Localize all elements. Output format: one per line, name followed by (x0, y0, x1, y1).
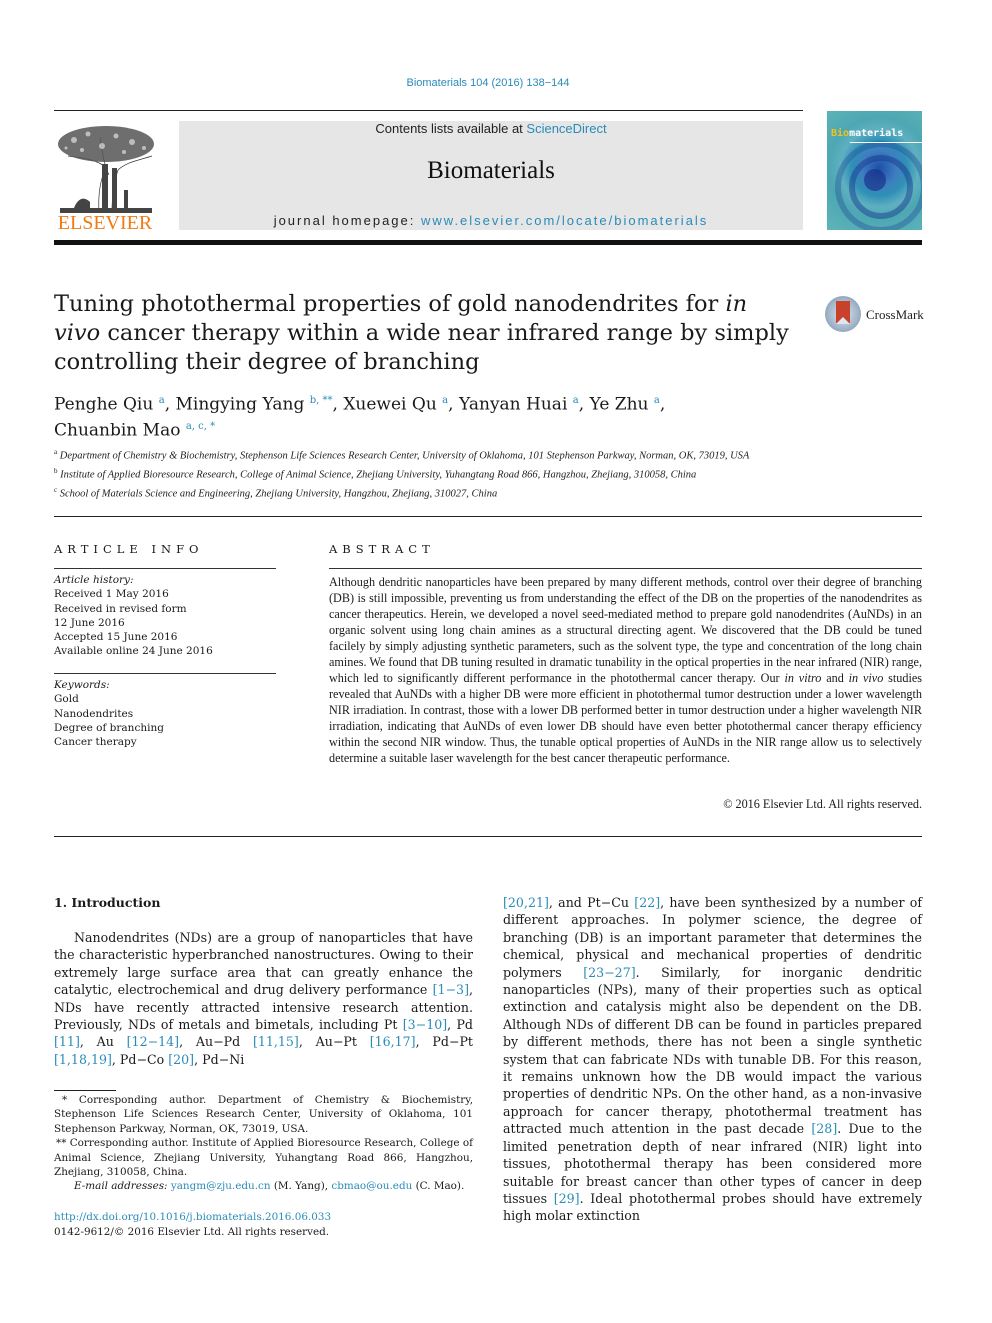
history-item: Available online 24 June 2016 (54, 645, 213, 658)
author-affiliation-link[interactable]: a, c, * (186, 421, 215, 432)
journal-cover-image[interactable]: Biomaterials (827, 111, 922, 230)
author[interactable]: Xuewei Qu (343, 395, 436, 415)
article-info-heading: ARTICLE INFO (54, 542, 204, 556)
history-item: Received 1 May 2016 (54, 588, 169, 601)
keyword: Gold (54, 693, 79, 706)
divider (329, 568, 922, 569)
body-text: , Au−Pd (179, 1034, 253, 1050)
citation-link[interactable]: [11,15] (253, 1034, 299, 1049)
contents-line: Contents lists available at ScienceDirec… (179, 121, 803, 136)
abstract-heading: ABSTRACT (329, 542, 435, 556)
body-text: , Au (79, 1034, 127, 1050)
affiliation: b Institute of Applied Bioresource Resea… (54, 467, 697, 481)
issn-copyright: 0142-9612/© 2016 Elsevier Ltd. All right… (54, 1226, 330, 1238)
article-title: Tuning photothermal properties of gold n… (54, 291, 789, 375)
author-affiliation-link[interactable]: a (442, 395, 448, 406)
divider (54, 673, 276, 674)
author-affiliation-link[interactable]: b, ** (310, 395, 333, 406)
body-column-left: Nanodendrites (NDs) are a group of nanop… (54, 929, 473, 1068)
divider (54, 568, 276, 569)
body-text: , Pd (447, 1017, 473, 1033)
citation-link[interactable]: [20] (168, 1052, 194, 1067)
history-label: Article history: (54, 574, 134, 586)
author[interactable]: Yanyan Huai (459, 395, 567, 415)
body-text: , Au−Pt (298, 1034, 370, 1050)
cover-rule (850, 142, 922, 143)
homepage-prefix: journal homepage: (273, 213, 421, 228)
citation-link[interactable]: [1−3] (433, 982, 469, 997)
citation-link[interactable]: [28] (811, 1121, 837, 1136)
email-label: E-mail addresses: (74, 1180, 168, 1193)
body-text: , Pd−Co (111, 1051, 169, 1067)
citation-link[interactable]: [1,18,19] (54, 1052, 112, 1067)
header-thick-rule (54, 240, 922, 245)
author[interactable]: Mingying Yang (176, 395, 305, 415)
author[interactable]: Chuanbin Mao (54, 420, 180, 440)
keyword: Nanodendrites (54, 707, 134, 720)
citation-link[interactable]: [23−27] (583, 965, 635, 980)
author[interactable]: Ye Zhu (590, 395, 649, 415)
divider (54, 516, 922, 517)
citation-link[interactable]: [11] (54, 1034, 80, 1049)
abstract-text: Although dendritic nanoparticles have be… (329, 575, 922, 765)
crossmark-button[interactable]: CrossMark (825, 296, 935, 336)
author-affiliation-link[interactable]: a (654, 395, 660, 406)
body-text: . Similarly, for inorganic dendritic nan… (503, 964, 922, 1137)
history-item: 12 June 2016 (54, 616, 125, 629)
affiliations: a Department of Chemistry & Biochemistry… (54, 445, 794, 502)
journal-name: Biomaterials (427, 157, 555, 184)
keyword: Cancer therapy (54, 736, 137, 749)
history-item: Accepted 15 June 2016 (54, 631, 178, 644)
body-text: , and Pt−Cu (548, 895, 635, 910)
article-history: Article history: Received 1 May 2016 Rec… (54, 573, 276, 659)
citation-link[interactable]: [3−10] (403, 1017, 447, 1032)
abstract-copyright: © 2016 Elsevier Ltd. All rights reserved… (723, 797, 922, 811)
body-text: , Pd−Ni (194, 1051, 245, 1067)
email-link[interactable]: yangm@zju.edu.cn (171, 1180, 271, 1192)
citation-link[interactable]: [29] (554, 1191, 580, 1206)
footnote-rule (54, 1090, 116, 1091)
body-text: , Pd−Pt (415, 1034, 473, 1050)
body-text: Nanodendrites (NDs) are a group of nanop… (54, 930, 473, 998)
doi-link[interactable]: http://dx.doi.org/10.1016/j.biomaterials… (54, 1211, 331, 1223)
citation-link[interactable]: [16,17] (370, 1034, 416, 1049)
author-affiliation-link[interactable]: a (573, 395, 579, 406)
publisher-logo-text: ELSEVIER (57, 212, 153, 234)
cover-title: Biomaterials (831, 128, 904, 139)
doi-block: http://dx.doi.org/10.1016/j.biomaterials… (54, 1210, 331, 1240)
journal-reference[interactable]: Biomaterials 104 (2016) 138−144 (0, 77, 976, 89)
crossmark-label: CrossMark (866, 307, 924, 322)
email-footnote: E-mail addresses: yangm@zju.edu.cn (M. Y… (74, 1180, 465, 1193)
citation-link[interactable]: [12−14] (127, 1034, 179, 1049)
citation-link[interactable]: [22] (634, 895, 660, 910)
keyword: Degree of branching (54, 721, 164, 734)
author-list: Penghe Qiu a, Mingying Yang b, **, Xuewe… (54, 394, 666, 441)
keywords: Keywords: Gold Nanodendrites Degree of b… (54, 678, 276, 749)
footnote: ** Corresponding author. Institute of Ap… (54, 1137, 473, 1179)
author[interactable]: Penghe Qiu (54, 395, 153, 415)
footnotes: * Corresponding author. Department of Ch… (54, 1093, 473, 1194)
footnote: * Corresponding author. Department of Ch… (54, 1094, 473, 1135)
affiliation: a Department of Chemistry & Biochemistry… (54, 448, 750, 462)
citation-link[interactable]: [20,21] (503, 895, 549, 910)
journal-homepage-link[interactable]: www.elsevier.com/locate/biomaterials (421, 213, 708, 228)
keywords-label: Keywords: (54, 679, 110, 691)
header-rule (54, 110, 803, 111)
affiliation: c School of Materials Science and Engine… (54, 486, 498, 500)
journal-homepage-line: journal homepage: www.elsevier.com/locat… (179, 213, 803, 228)
crossmark-notch (836, 317, 850, 324)
body-column-right: [20,21], and Pt−Cu [22], have been synth… (503, 894, 922, 1225)
email-link[interactable]: cbmao@ou.edu (331, 1180, 412, 1192)
divider (54, 836, 922, 837)
history-item: Received in revised form (54, 602, 187, 615)
sciencedirect-link[interactable]: ScienceDirect (526, 121, 606, 136)
contents-prefix: Contents lists available at (375, 121, 527, 136)
author-affiliation-link[interactable]: a (159, 395, 165, 406)
section-heading: 1. Introduction (54, 895, 161, 910)
